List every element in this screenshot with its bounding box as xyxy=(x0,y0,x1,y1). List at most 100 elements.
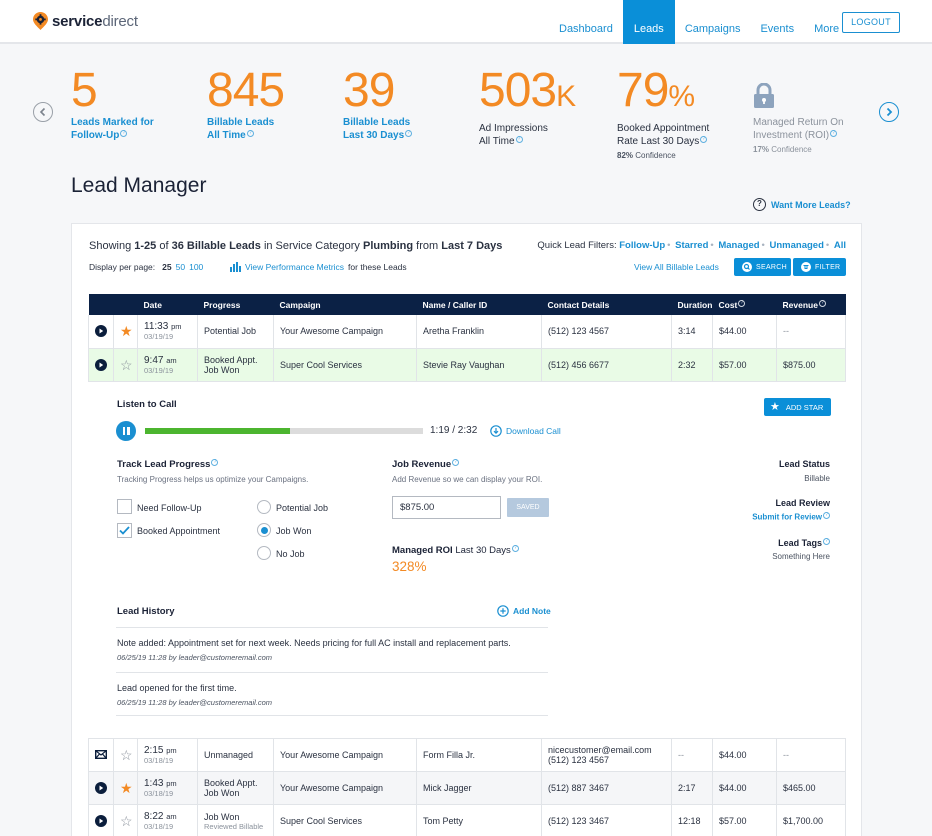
table-row[interactable]: ☆ 8:22 am 03/18/19 Job Won Reviewed Billable… xyxy=(88,804,846,836)
potential-job-radio[interactable] xyxy=(257,500,271,514)
logout-button[interactable]: LOGOUT xyxy=(842,12,900,33)
nav-leads[interactable]: Leads xyxy=(622,0,675,44)
cell-star[interactable]: ☆ xyxy=(113,804,138,836)
need-follow-up-checkbox[interactable] xyxy=(117,499,132,514)
col-progress[interactable]: Progress xyxy=(197,294,274,315)
job-won-radio[interactable] xyxy=(257,523,271,537)
play-button[interactable] xyxy=(95,358,107,371)
play-button[interactable] xyxy=(95,782,107,794)
booked-appointment-checkbox[interactable] xyxy=(117,523,132,538)
pause-button[interactable] xyxy=(116,421,136,441)
col-duration[interactable]: Duration xyxy=(671,294,713,315)
nav-events[interactable]: Events xyxy=(750,0,804,44)
col-name[interactable]: Name / Caller ID xyxy=(416,294,542,315)
per-page-25[interactable]: 25 xyxy=(162,262,171,272)
cell-duration: 2:32 xyxy=(671,348,713,382)
help-icon[interactable]: ? xyxy=(511,545,519,552)
cell-date: 9:47 am 03/19/19 xyxy=(137,348,198,382)
nav-dashboard[interactable]: Dashboard xyxy=(549,0,623,44)
cell-contact: nicecustomer@email.com (512) 123 4567 xyxy=(541,738,672,772)
stat-label: Billable Leads All Time? xyxy=(207,117,275,141)
want-more-leads-link[interactable]: ? Want More Leads? xyxy=(753,198,851,211)
table-row[interactable]: ★ 1:43 pm 03/18/19 Booked Appt. Job Won Your … xyxy=(88,771,846,805)
stat-confidence: 17% Confidence xyxy=(753,145,812,154)
cell-star[interactable]: ☆ xyxy=(113,348,138,382)
carousel-prev-button[interactable] xyxy=(33,102,53,122)
audio-progress-bar[interactable] xyxy=(145,428,423,434)
col-revenue[interactable]: Revenue? xyxy=(776,294,846,315)
add-star-button[interactable]: ★ ADD STAR xyxy=(764,398,831,416)
cell-type[interactable] xyxy=(88,771,114,805)
cell-star[interactable]: ☆ xyxy=(113,738,138,772)
cell-type[interactable] xyxy=(88,804,114,836)
help-icon[interactable]: ? xyxy=(246,129,254,137)
leads-table: Date Progress Campaign Name / Caller ID … xyxy=(88,294,846,382)
table-row[interactable]: ☆ 9:47 am 03/19/19 Booked Appt. Job Won Super… xyxy=(88,348,846,382)
star-outline-icon[interactable]: ☆ xyxy=(120,357,133,373)
carousel-next-button[interactable] xyxy=(879,102,899,122)
col-date[interactable]: Date xyxy=(137,294,198,315)
cell-date: 1:43 pm 03/18/19 xyxy=(137,771,198,805)
filter-managed[interactable]: Managed xyxy=(718,240,759,251)
cell-star[interactable]: ★ xyxy=(113,771,138,805)
help-icon[interactable]: ? xyxy=(515,135,523,143)
cell-date: 8:22 am 03/18/19 xyxy=(137,804,198,836)
download-call-link[interactable]: Download Call xyxy=(490,425,561,437)
add-note-button[interactable]: Add Note xyxy=(497,605,551,617)
help-icon[interactable]: ? xyxy=(405,129,413,137)
pause-icon-bar xyxy=(127,427,130,435)
help-icon[interactable]: ? xyxy=(823,538,830,545)
help-icon[interactable]: ? xyxy=(830,129,838,137)
envelope-icon xyxy=(94,749,108,759)
filter-all[interactable]: All xyxy=(834,240,846,251)
per-page-100[interactable]: 100 xyxy=(189,262,203,272)
cell-type[interactable] xyxy=(88,315,114,349)
filter-button[interactable]: FILTER xyxy=(793,258,846,276)
cell-type[interactable] xyxy=(88,348,114,382)
col-contact[interactable]: Contact Details xyxy=(541,294,672,315)
no-job-radio[interactable] xyxy=(257,546,271,560)
play-button[interactable] xyxy=(95,325,107,338)
main-nav: Dashboard Leads Campaigns Events More xyxy=(549,0,849,44)
help-icon[interactable]: ? xyxy=(700,135,708,143)
cell-star[interactable]: ★ xyxy=(113,315,138,349)
per-page-50[interactable]: 50 xyxy=(176,262,185,272)
cell-revenue: -- xyxy=(776,738,846,772)
help-icon[interactable]: ? xyxy=(452,459,460,466)
leads-table-continued: ☆ 2:15 pm 03/18/19 Unmanaged Your Awesome Ca… xyxy=(88,738,846,836)
col-cost[interactable]: Cost? xyxy=(712,294,777,315)
table-row[interactable]: ★ 11:33 pm 03/19/19 Potential Job Your Aweso… xyxy=(88,315,846,349)
help-icon[interactable]: ? xyxy=(120,129,128,137)
job-revenue-input[interactable] xyxy=(392,496,501,519)
cell-progress: Booked Appt. Job Won xyxy=(197,771,274,805)
stat-billable-30-days[interactable]: 39 Billable Leads Last 30 Days? xyxy=(343,66,413,142)
col-campaign[interactable]: Campaign xyxy=(273,294,417,315)
play-button[interactable] xyxy=(95,815,107,827)
lead-tags-value[interactable]: Something Here xyxy=(772,552,830,561)
stat-billable-all-time[interactable]: 845 Billable Leads All Time? xyxy=(207,66,285,142)
star-filled-icon[interactable]: ★ xyxy=(120,323,133,339)
lead-review-title: Lead Review xyxy=(775,498,830,508)
help-icon[interactable]: ? xyxy=(738,299,746,307)
performance-metrics-link[interactable]: View Performance Metrics for these Leads xyxy=(230,262,407,272)
filter-starred[interactable]: Starred xyxy=(675,240,708,251)
play-icon xyxy=(99,818,104,824)
star-filled-icon[interactable]: ★ xyxy=(120,780,133,796)
view-all-billable-leads-link[interactable]: View All Billable Leads xyxy=(634,262,719,272)
nav-campaigns[interactable]: Campaigns xyxy=(675,0,751,44)
help-icon[interactable]: ? xyxy=(818,299,826,307)
help-icon[interactable]: ? xyxy=(823,512,830,519)
filter-unmanaged[interactable]: Unmanaged xyxy=(770,240,824,251)
star-outline-icon[interactable]: ☆ xyxy=(120,747,133,763)
search-button[interactable]: SEARCH xyxy=(734,258,791,276)
cell-contact: (512) 123 3467 xyxy=(541,804,672,836)
help-icon[interactable]: ? xyxy=(211,459,219,466)
star-outline-icon[interactable]: ☆ xyxy=(120,813,133,829)
stat-follow-up[interactable]: 5 Leads Marked for Follow-Up? xyxy=(71,66,154,142)
filter-follow-up[interactable]: Follow-Up xyxy=(619,240,665,251)
submit-for-review-link[interactable]: Submit for Review? xyxy=(752,512,830,522)
saved-button[interactable]: SAVED xyxy=(507,498,549,517)
cell-type[interactable] xyxy=(88,738,114,772)
brand-logo[interactable]: servicedirect xyxy=(33,12,138,30)
table-row[interactable]: ☆ 2:15 pm 03/18/19 Unmanaged Your Awesome Ca… xyxy=(88,738,846,772)
